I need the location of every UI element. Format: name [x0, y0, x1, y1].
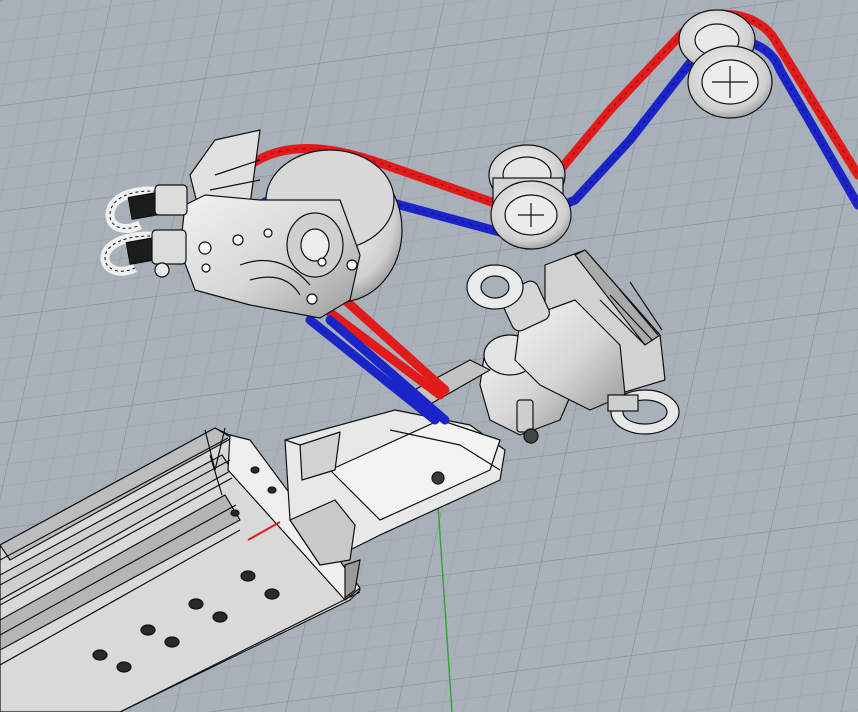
model-scene[interactable]: [0, 0, 858, 712]
viewport-perspective[interactable]: [0, 0, 858, 712]
middle-double-pulley[interactable]: [488, 144, 572, 250]
